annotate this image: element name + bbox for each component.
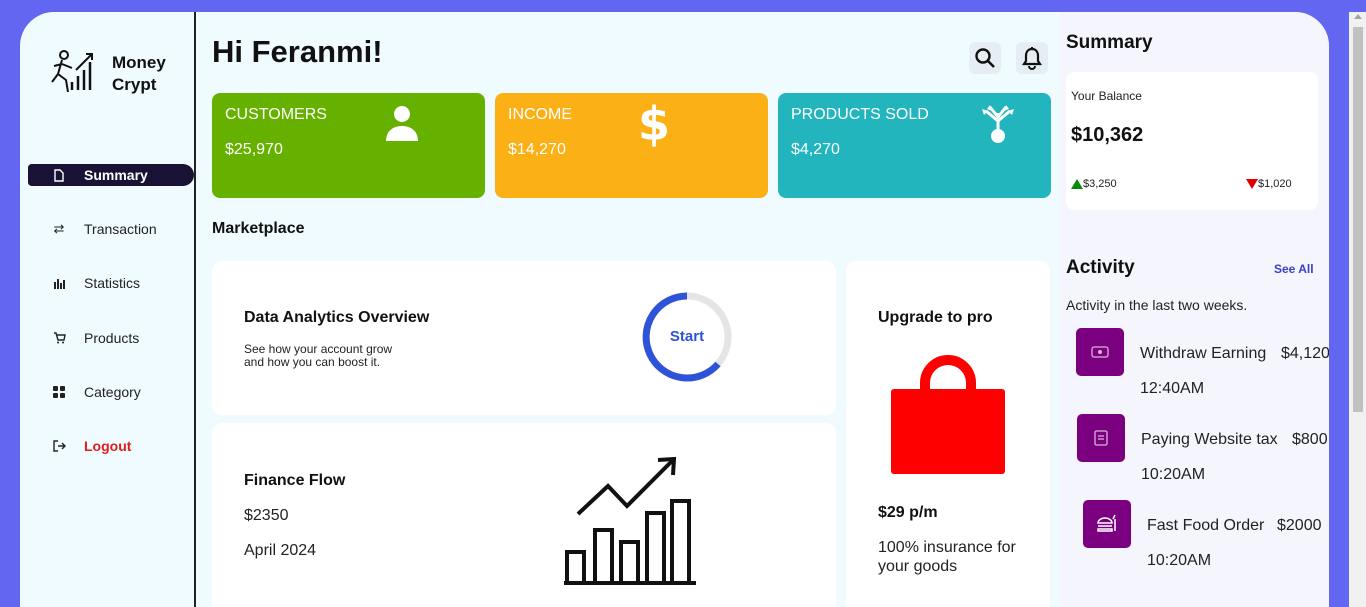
balance-value: $10,362	[1071, 124, 1144, 146]
marketplace-title: Marketplace	[212, 220, 305, 237]
growth-chart-icon	[564, 456, 696, 585]
activity-amount: $800	[1292, 431, 1328, 448]
see-all-link[interactable]: See All	[1274, 262, 1314, 276]
document-icon	[1077, 414, 1125, 462]
activity-amount: $2000	[1277, 517, 1322, 534]
upgrade-desc-1: 100% insurance for	[878, 539, 1016, 556]
triangle-up-icon	[1071, 179, 1083, 189]
finance-panel: Finance Flow $2350 April 2024	[212, 423, 836, 607]
dollar-icon: $	[638, 97, 671, 151]
activity-name: Withdraw Earning	[1140, 345, 1267, 362]
activity-name: Fast Food Order	[1147, 517, 1265, 534]
page-scrollbar[interactable]	[1349, 12, 1366, 607]
sidebar-item-label: Logout	[84, 438, 132, 454]
sidebar-item-label: Statistics	[84, 275, 141, 291]
sidebar-item-label: Category	[84, 384, 141, 400]
sidebar: Money Crypt Summary ⇄ Transaction Statis…	[20, 12, 196, 607]
start-label: Start	[669, 328, 705, 345]
activity-title: Activity	[1066, 257, 1135, 278]
activity-time: 12:40AM	[1140, 380, 1205, 397]
upgrade-price: $29 p/m	[878, 504, 938, 521]
card-title: CUSTOMERS	[225, 106, 327, 123]
income-card[interactable]: INCOME $14,270 $	[495, 93, 768, 198]
bell-icon	[1021, 47, 1043, 70]
card-value: $14,270	[508, 141, 566, 158]
balance-down: $1,020	[1246, 178, 1292, 190]
sidebar-item-label: Products	[84, 330, 140, 346]
finance-date: April 2024	[244, 542, 317, 559]
plant-icon	[982, 105, 1014, 143]
balance-up: $3,250	[1071, 178, 1117, 190]
card-value: $4,270	[791, 141, 840, 158]
customers-card[interactable]: CUSTOMERS $25,970	[212, 93, 485, 198]
sidebar-item-label: Summary	[84, 167, 148, 183]
cart-icon	[52, 331, 66, 345]
finance-title: Finance Flow	[244, 472, 346, 489]
upgrade-title: Upgrade to pro	[878, 309, 993, 326]
summary-column: Summary Your Balance $10,362 $3,250 $1,0…	[1060, 12, 1329, 607]
balance-down-value: $1,020	[1258, 178, 1292, 190]
search-button[interactable]	[969, 42, 1001, 74]
cash-icon	[1076, 328, 1124, 376]
start-button[interactable]: Start	[640, 290, 734, 384]
search-icon	[975, 48, 995, 68]
balance-up-value: $3,250	[1083, 178, 1117, 190]
app-window: Money Crypt Summary ⇄ Transaction Statis…	[20, 12, 1329, 607]
grid-icon	[52, 385, 66, 399]
sidebar-item-summary[interactable]: Summary	[28, 164, 194, 186]
card-title: INCOME	[508, 106, 572, 123]
balance-label: Your Balance	[1071, 89, 1142, 103]
page-title: Hi Feranmi!	[212, 34, 383, 69]
card-value: $25,970	[225, 141, 283, 158]
activity-name: Paying Website tax	[1141, 431, 1278, 448]
sidebar-item-label: Transaction	[84, 221, 157, 237]
activity-time: 10:20AM	[1147, 552, 1212, 569]
products-sold-card[interactable]: PRODUCTS SOLD $4,270	[778, 93, 1051, 198]
file-icon	[52, 168, 66, 182]
sidebar-item-statistics[interactable]: Statistics	[28, 272, 194, 294]
brand-name: Money Crypt	[112, 53, 166, 94]
analytics-desc-2: and how you can boost it.	[244, 355, 381, 369]
analytics-panel: Data Analytics Overview See how your acc…	[212, 261, 836, 415]
shopping-bag-icon	[891, 355, 1005, 474]
activity-subtitle: Activity in the last two weeks.	[1066, 297, 1248, 313]
scroll-up-icon[interactable]	[1354, 14, 1362, 19]
card-title: PRODUCTS SOLD	[791, 106, 929, 123]
upgrade-desc-2: your goods	[878, 558, 958, 575]
climber-logo-icon	[51, 50, 93, 93]
finance-amount: $2350	[244, 507, 289, 524]
user-icon	[386, 106, 418, 141]
summary-title: Summary	[1066, 32, 1153, 53]
sidebar-item-category[interactable]: Category	[28, 381, 194, 403]
logout-icon	[52, 439, 66, 453]
sidebar-item-logout[interactable]: Logout	[28, 435, 194, 457]
notifications-button[interactable]	[1016, 42, 1048, 74]
scroll-thumb[interactable]	[1353, 27, 1363, 412]
balance-card: Your Balance $10,362 $3,250 $1,020	[1066, 72, 1318, 210]
sidebar-item-products[interactable]: Products	[28, 327, 194, 349]
swap-arrows-icon: ⇄	[53, 221, 65, 236]
activity-time: 10:20AM	[1141, 466, 1206, 483]
analytics-title: Data Analytics Overview	[244, 309, 430, 326]
upgrade-panel[interactable]: Upgrade to pro $29 p/m 100% insurance fo…	[846, 261, 1050, 607]
bar-chart-icon	[52, 276, 66, 290]
activity-amount: $4,120	[1281, 345, 1329, 362]
burger-icon	[1083, 500, 1131, 548]
sidebar-item-transaction[interactable]: ⇄ Transaction	[28, 218, 194, 240]
triangle-down-icon	[1246, 179, 1258, 189]
